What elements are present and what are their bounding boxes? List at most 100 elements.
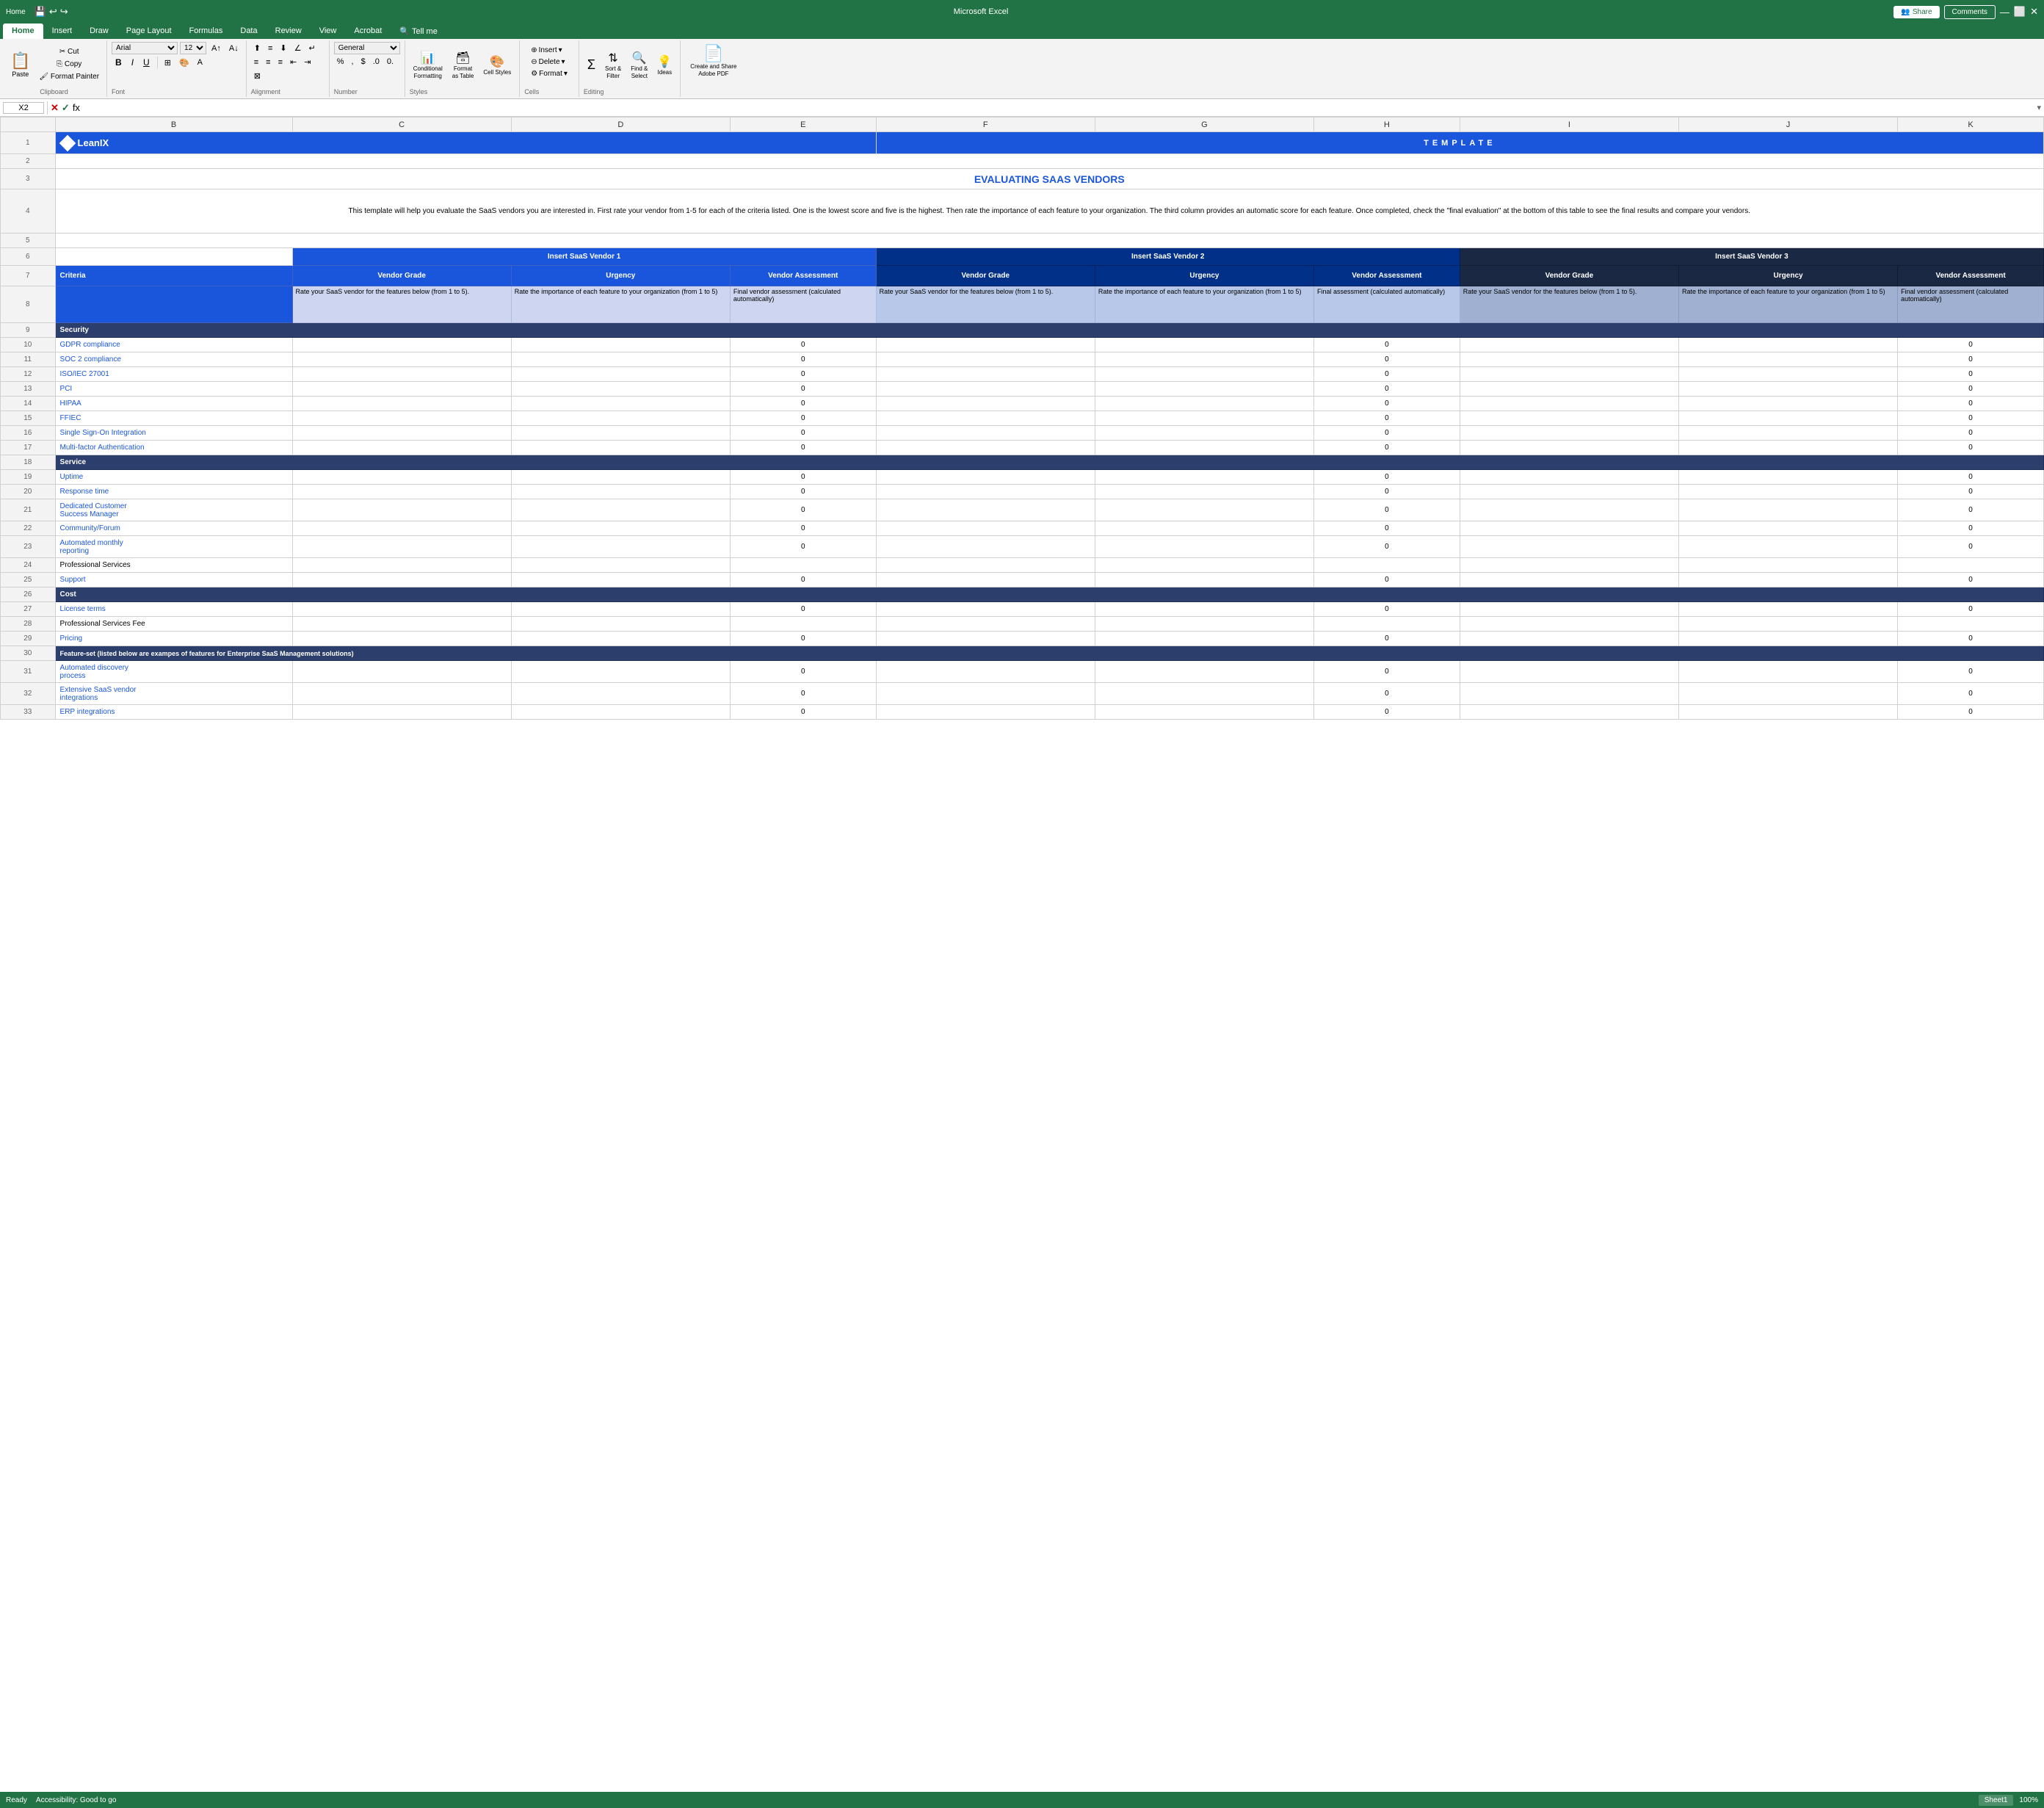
rt-v1-urgency[interactable] [511,485,730,499]
dcsm-v3-urgency[interactable] [1678,499,1897,521]
sso-v1-urgency[interactable] [511,426,730,441]
si-v1-urgency[interactable] [511,683,730,705]
rep-v1-grade[interactable] [292,536,511,558]
pci-v3-grade[interactable] [1460,382,1678,397]
gdpr-v2-urgency[interactable] [1095,338,1313,352]
tab-formulas[interactable]: Formulas [181,23,232,39]
conditional-formatting-button[interactable]: 📊 ConditionalFormatting [410,48,446,82]
ad-v3-urgency[interactable] [1678,661,1897,683]
pci-label[interactable]: PCI [55,382,292,397]
close-icon[interactable]: ✕ [2030,6,2038,18]
mfa-v3-grade[interactable] [1460,441,1678,455]
psf-v1-urgency[interactable] [511,617,730,632]
ps-v2-grade[interactable] [876,558,1095,573]
format-painter-button[interactable]: 🖌 Format Painter [36,71,102,82]
col-header-k[interactable]: K [1898,117,2044,132]
empty-row-2[interactable] [55,154,2043,169]
align-center-button[interactable]: ≡ [263,56,273,68]
row-header-22[interactable]: 22 [1,521,56,536]
saas-integrations-label[interactable]: Extensive SaaS vendorintegrations [55,683,292,705]
ps-v1-urgency[interactable] [511,558,730,573]
tab-view[interactable]: View [311,23,346,39]
increase-decimal-button[interactable]: .0 [370,56,383,68]
lic-v2-urgency[interactable] [1095,602,1313,617]
hipaa-v1-grade[interactable] [292,397,511,411]
lic-v3-urgency[interactable] [1678,602,1897,617]
border-button[interactable]: ⊞ [162,57,174,69]
sso-v2-grade[interactable] [876,426,1095,441]
row-header-27[interactable]: 27 [1,602,56,617]
font-color-button[interactable]: A [195,57,206,68]
si-v3-grade[interactable] [1460,683,1678,705]
ps-v2-urgency[interactable] [1095,558,1313,573]
row-header-6[interactable]: 6 [1,248,56,266]
hipaa-v3-urgency[interactable] [1678,397,1897,411]
row-header-11[interactable]: 11 [1,352,56,367]
create-pdf-button[interactable]: 📄 Create and ShareAdobe PDF [685,42,742,95]
lic-v1-urgency[interactable] [511,602,730,617]
pci-v2-grade[interactable] [876,382,1095,397]
row-header-25[interactable]: 25 [1,573,56,587]
gdpr-v1-urgency[interactable] [511,338,730,352]
row-header-13[interactable]: 13 [1,382,56,397]
ad-v2-grade[interactable] [876,661,1095,683]
cancel-formula-button[interactable]: ✕ [51,102,59,114]
col-header-h[interactable]: H [1314,117,1460,132]
rt-v3-urgency[interactable] [1678,485,1897,499]
find-select-button[interactable]: 🔍 Find &Select [627,48,651,82]
increase-font-button[interactable]: A↑ [209,43,224,54]
comm-v3-grade[interactable] [1460,521,1678,536]
ps-v3-grade[interactable] [1460,558,1678,573]
rt-v2-urgency[interactable] [1095,485,1313,499]
row-header-7[interactable]: 7 [1,266,56,286]
mfa-v3-urgency[interactable] [1678,441,1897,455]
prof-services-label[interactable]: Professional Services [55,558,292,573]
comm-v1-grade[interactable] [292,521,511,536]
support-label[interactable]: Support [55,573,292,587]
row-header-16[interactable]: 16 [1,426,56,441]
soc2-v2-grade[interactable] [876,352,1095,367]
comments-button[interactable]: Comments [1944,5,1996,19]
uptime-v3-grade[interactable] [1460,470,1678,485]
ffiec-v2-grade[interactable] [876,411,1095,426]
autodiscovery-label[interactable]: Automated discoveryprocess [55,661,292,683]
ps-v3-urgency[interactable] [1678,558,1897,573]
psf-v3-grade[interactable] [1460,617,1678,632]
pci-v2-urgency[interactable] [1095,382,1313,397]
orientation-button[interactable]: ∠ [291,42,305,54]
decrease-indent-button[interactable]: ⇤ [287,56,300,68]
format-button[interactable]: ⚙ Format ▾ [524,68,574,79]
row-header-18[interactable]: 18 [1,455,56,470]
uptime-v2-grade[interactable] [876,470,1095,485]
price-v1-urgency[interactable] [511,632,730,646]
rep-v2-grade[interactable] [876,536,1095,558]
supp-v3-urgency[interactable] [1678,573,1897,587]
gdpr-label[interactable]: GDPR compliance [55,338,292,352]
tab-data[interactable]: Data [231,23,266,39]
copy-button[interactable]: ⎘ Copy [36,59,102,70]
uptime-v3-urgency[interactable] [1678,470,1897,485]
iso-v3-grade[interactable] [1460,367,1678,382]
supp-v3-grade[interactable] [1460,573,1678,587]
page-title-cell[interactable]: EVALUATING SAAS VENDORS [55,169,2043,189]
row-header-33[interactable]: 33 [1,705,56,720]
ps-v1-grade[interactable] [292,558,511,573]
sum-button[interactable]: Σ [584,55,599,75]
font-size-select[interactable]: 12 [180,42,206,54]
dcsm-v1-urgency[interactable] [511,499,730,521]
row-header-24[interactable]: 24 [1,558,56,573]
paste-button[interactable]: 📋 Paste [6,48,35,81]
hipaa-v2-grade[interactable] [876,397,1095,411]
ffiec-v1-grade[interactable] [292,411,511,426]
sso-v3-urgency[interactable] [1678,426,1897,441]
erp-label[interactable]: ERP integrations [55,705,292,720]
si-v3-urgency[interactable] [1678,683,1897,705]
ffiec-v1-urgency[interactable] [511,411,730,426]
pci-v3-urgency[interactable] [1678,382,1897,397]
row-header-8[interactable]: 8 [1,286,56,323]
align-left-button[interactable]: ≡ [251,56,261,68]
restore-icon[interactable]: ⬜ [2014,6,2026,18]
italic-button[interactable]: I [128,56,137,69]
supp-v2-urgency[interactable] [1095,573,1313,587]
sso-v3-grade[interactable] [1460,426,1678,441]
